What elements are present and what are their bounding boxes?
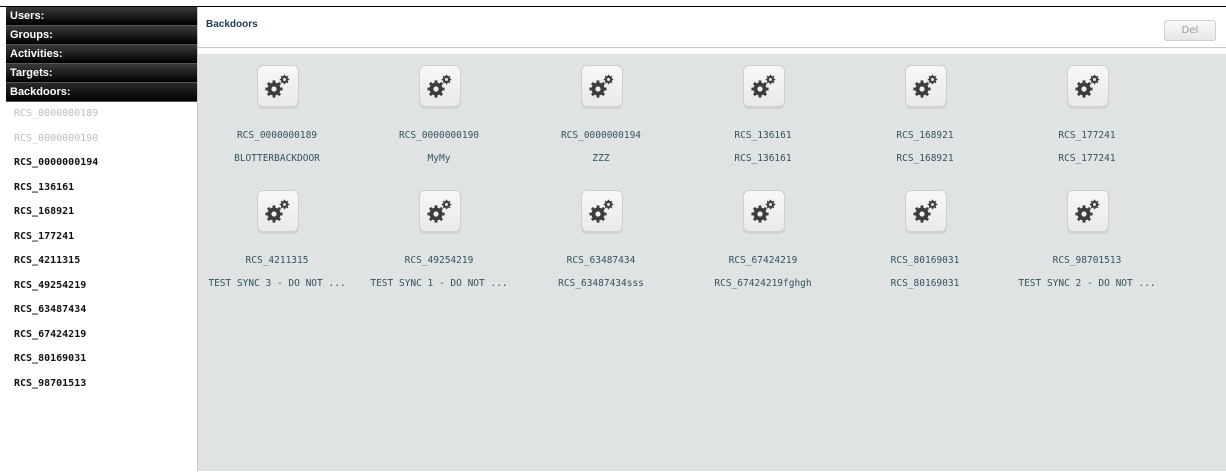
backdoor-name: RCS_63487434 [566, 255, 636, 266]
backdoor-name: RCS_67424219 [728, 255, 798, 266]
sidebar-item[interactable]: RCS_67424219 [6, 323, 197, 348]
backdoor-name: RCS_136161 [734, 130, 792, 141]
backdoor-tile[interactable]: RCS_0000000189 BLOTTERBACKDOOR [202, 65, 364, 190]
backdoor-tile[interactable]: RCS_136161 RCS_136161 [688, 65, 850, 190]
backdoor-description: ZZZ [592, 153, 610, 164]
sidebar-header-groups[interactable]: Groups: [6, 26, 197, 45]
sidebar-item[interactable]: RCS_4211315 [6, 249, 197, 274]
page-title: Backdoors [206, 19, 258, 30]
backdoor-description: RCS_168921 [896, 153, 954, 164]
sidebar-item[interactable]: RCS_0000000194 [6, 151, 197, 176]
backdoor-tile[interactable]: RCS_63487434 RCS_63487434sss [526, 190, 688, 315]
backdoor-name: RCS_4211315 [245, 255, 309, 266]
backdoor-description: MyMy [427, 153, 451, 164]
backdoor-tile[interactable]: RCS_98701513 TEST SYNC 2 - DO NOT ... [1012, 190, 1174, 315]
sidebar-header-targets[interactable]: Targets: [6, 64, 197, 83]
gears-icon [419, 65, 461, 107]
backdoor-tile[interactable]: RCS_80169031 RCS_80169031 [850, 190, 1012, 315]
backdoor-tile[interactable]: RCS_49254219 TEST SYNC 1 - DO NOT ... [364, 190, 526, 315]
sidebar-header-activities[interactable]: Activities: [6, 45, 197, 64]
backdoor-tile[interactable]: RCS_0000000194 ZZZ [526, 65, 688, 190]
backdoor-description: TEST SYNC 3 - DO NOT ... [208, 278, 346, 289]
gears-icon [905, 65, 947, 107]
backdoor-description: RCS_136161 [734, 153, 792, 164]
backdoor-name: RCS_80169031 [890, 255, 960, 266]
backdoor-name: RCS_0000000194 [560, 130, 642, 141]
sidebar-item[interactable]: RCS_80169031 [6, 347, 197, 372]
backdoor-list: RCS_0000000189 RCS_0000000190 RCS_00000001… [6, 102, 197, 396]
sidebar-item[interactable]: RCS_136161 [6, 176, 197, 201]
backdoor-tile[interactable]: RCS_4211315 TEST SYNC 3 - DO NOT ... [202, 190, 364, 315]
gears-icon [581, 65, 623, 107]
gears-icon [419, 190, 461, 232]
delete-button[interactable]: Del [1164, 20, 1216, 41]
toolbar: Backdoors Del [198, 7, 1226, 48]
backdoor-tile[interactable]: RCS_168921 RCS_168921 [850, 65, 1012, 190]
gears-icon [743, 65, 785, 107]
sidebar-header-users[interactable]: Users: [6, 7, 197, 26]
sidebar-item[interactable]: RCS_49254219 [6, 274, 197, 299]
gears-icon [1067, 65, 1109, 107]
gears-icon [1067, 190, 1109, 232]
sidebar-item[interactable]: RCS_0000000190 [6, 127, 197, 152]
backdoor-description: RCS_67424219fghgh [714, 278, 812, 289]
backdoor-tile[interactable]: RCS_177241 RCS_177241 [1012, 65, 1174, 190]
backdoor-description: TEST SYNC 1 - DO NOT ... [370, 278, 508, 289]
sidebar-header-backdoors[interactable]: Backdoors: [6, 83, 197, 102]
backdoor-name: RCS_177241 [1058, 130, 1116, 141]
sidebar-item[interactable]: RCS_63487434 [6, 298, 197, 323]
backdoor-name: RCS_168921 [896, 130, 954, 141]
gears-icon [257, 65, 299, 107]
backdoor-tile[interactable]: RCS_67424219 RCS_67424219fghgh [688, 190, 850, 315]
sidebar-item[interactable]: RCS_0000000189 [6, 102, 197, 127]
backdoor-name: RCS_49254219 [404, 255, 474, 266]
gears-icon [743, 190, 785, 232]
backdoor-description: TEST SYNC 2 - DO NOT ... [1018, 278, 1156, 289]
gears-icon [257, 190, 299, 232]
backdoor-description: RCS_80169031 [890, 278, 960, 289]
sidebar-item[interactable]: RCS_168921 [6, 200, 197, 225]
backdoor-grid-area: RCS_0000000189 BLOTTERBACKDOOR RCS_0000000… [198, 54, 1226, 471]
backdoor-description: BLOTTERBACKDOOR [234, 153, 320, 164]
gears-icon [581, 190, 623, 232]
gears-icon [905, 190, 947, 232]
sidebar-item[interactable]: RCS_98701513 [6, 372, 197, 397]
backdoor-description: RCS_177241 [1058, 153, 1116, 164]
backdoor-tile[interactable]: RCS_0000000190 MyMy [364, 65, 526, 190]
main-panel: Backdoors Del RCS_0000000189 BLOTTERBACKD… [198, 7, 1226, 471]
backdoor-name: RCS_0000000189 [236, 130, 318, 141]
sidebar-item[interactable]: RCS_177241 [6, 225, 197, 250]
backdoor-description: RCS_63487434sss [558, 278, 644, 289]
backdoor-name: RCS_98701513 [1052, 255, 1122, 266]
sidebar: Users: Groups: Activities: Targets: Back… [6, 7, 198, 471]
backdoor-name: RCS_0000000190 [398, 130, 480, 141]
